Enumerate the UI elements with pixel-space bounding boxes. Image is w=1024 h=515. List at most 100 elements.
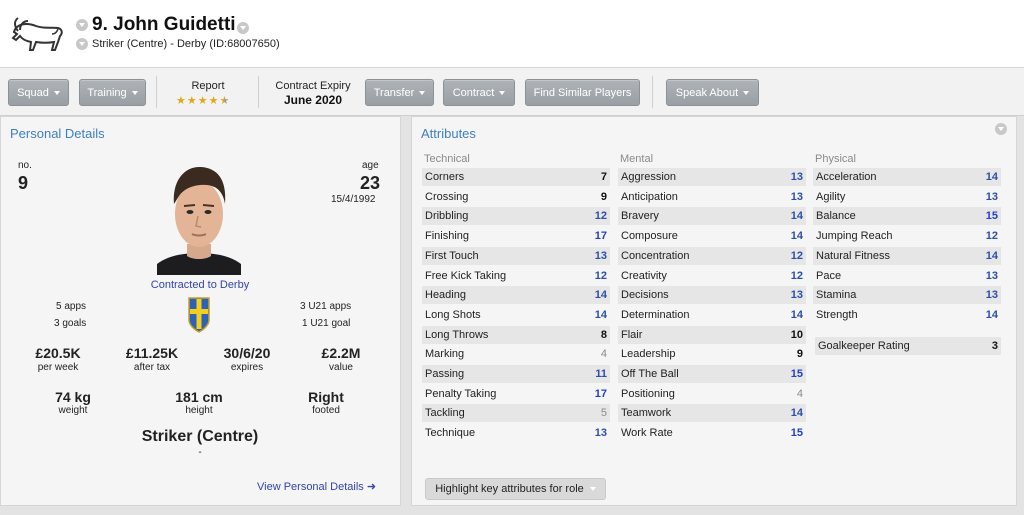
player-menu-dropdown-icon[interactable] [76,19,88,31]
wage-label: per week [37,362,79,373]
technical-heading: Technical [424,153,470,165]
squad-button-label: Squad [17,86,49,99]
attribute-row-positioning[interactable]: Positioning 4 [618,385,806,403]
attribute-row-bravery[interactable]: Bravery 14 [618,207,806,226]
attribute-row-composure[interactable]: Composure 14 [618,227,806,245]
attribute-name: Teamwork [621,407,672,420]
attribute-row-leadership[interactable]: Leadership 9 [618,345,806,363]
attribute-value: 15 [790,427,803,440]
player-header: 9. John Guidetti Striker (Centre) - Derb… [0,0,1024,68]
name-options-dropdown-icon[interactable] [237,22,249,34]
attribute-row-dribbling[interactable]: Dribbling 12 [422,207,610,226]
attribute-row-determination[interactable]: Determination 14 [618,306,806,324]
attribute-row-marking[interactable]: Marking 4 [422,345,610,363]
attribute-name: Passing [425,368,465,380]
contract-expiry-value: June 2020 [283,93,343,107]
attribute-row-aggression[interactable]: Aggression 13 [618,168,806,186]
attribute-row-long-throws[interactable]: Long Throws 8 [422,325,610,344]
goalkeeper-rating-label: Goalkeeper Rating [818,340,910,352]
attribute-row-technique[interactable]: Technique 13 [422,424,610,442]
attribute-row-natural-fitness[interactable]: Natural Fitness 14 [813,246,1001,265]
attribute-value: 9 [600,190,607,203]
contract-expires-label: expires [230,362,264,373]
attribute-name: Balance [816,210,856,223]
senior-goals: 3 goals [54,318,87,329]
find-similar-label: Find Similar Players [533,86,632,99]
attribute-row-anticipation[interactable]: Anticipation 13 [618,188,806,206]
toolbar-divider [652,76,653,108]
attribute-name: Strength [816,308,858,321]
attribute-name: Pace [816,269,842,282]
attribute-row-first-touch[interactable]: First Touch 13 [422,246,610,265]
weight-label: weight [58,405,88,416]
attribute-row-acceleration[interactable]: Acceleration 14 [813,168,1001,186]
view-personal-details-link[interactable]: View Personal Details ➜ [257,480,376,493]
personal-details-title: Personal Details [10,126,105,141]
contract-status-link[interactable]: Contracted to Derby [120,279,280,291]
highlight-key-attributes-button[interactable]: Highlight key attributes for role [425,478,606,500]
attribute-name: Off The Ball [621,368,679,380]
attribute-row-stamina[interactable]: Stamina 13 [813,286,1001,305]
attribute-value: 12 [790,269,803,282]
attribute-row-corners[interactable]: Corners 7 [422,168,610,186]
attribute-row-tackling[interactable]: Tackling 5 [422,404,610,423]
attribute-name: Flair [621,328,643,341]
attribute-name: Free Kick Taking [425,269,507,282]
attributes-options-dropdown-icon[interactable] [995,123,1007,135]
attribute-row-pace[interactable]: Pace 13 [813,267,1001,285]
attribute-row-free-kick-taking[interactable]: Free Kick Taking 12 [422,267,610,285]
attribute-row-teamwork[interactable]: Teamwork 14 [618,404,806,423]
attribute-row-jumping-reach[interactable]: Jumping Reach 12 [813,227,1001,245]
attribute-name: Heading [425,289,466,302]
attribute-row-agility[interactable]: Agility 13 [813,188,1001,206]
attribute-value: 15 [790,368,803,380]
attribute-name: Dribbling [425,210,469,223]
player-info-dropdown-icon[interactable] [76,38,88,50]
preferred-foot-value: Right [308,389,344,405]
attribute-row-crossing[interactable]: Crossing 9 [422,188,610,206]
attribute-row-concentration[interactable]: Concentration 12 [618,246,806,265]
find-similar-players-button[interactable]: Find Similar Players [525,79,640,106]
player-subtitle: Striker (Centre) - Derby (ID:68007650) [92,38,280,50]
attribute-row-passing[interactable]: Passing 11 [422,365,610,383]
contract-expiry-label: Contract Expiry [275,80,351,92]
attribute-row-creativity[interactable]: Creativity 12 [618,267,806,285]
attribute-name: Concentration [621,249,690,262]
date-of-birth: 15/4/1992 [331,194,376,205]
chevron-down-icon [131,90,138,95]
attribute-row-decisions[interactable]: Decisions 13 [618,286,806,305]
attribute-value: 8 [600,328,607,341]
attribute-value: 14 [790,210,803,223]
attribute-row-long-shots[interactable]: Long Shots 14 [422,306,610,324]
national-team-badge-icon[interactable] [187,296,211,334]
attribute-row-heading[interactable]: Heading 14 [422,286,610,305]
contract-button[interactable]: Contract [443,79,515,106]
attribute-name: Corners [425,171,465,183]
toolbar-divider [258,76,259,108]
squad-button[interactable]: Squad [8,79,69,106]
attribute-row-work-rate[interactable]: Work Rate 15 [618,424,806,442]
attribute-value: 10 [790,328,803,341]
training-button[interactable]: Training [79,79,146,106]
wage-value: £20.5K [35,345,81,361]
report-stars[interactable]: ★ ★ ★ ★ ★ [176,95,229,107]
squad-number-value: 9 [18,173,29,193]
speak-about-label: Speak About [675,86,739,99]
u21-apps: 3 U21 apps [300,301,352,312]
speak-about-button[interactable]: Speak About [666,79,759,106]
attribute-name: Penalty Taking [425,387,497,400]
attribute-row-off-the-ball[interactable]: Off The Ball 15 [618,365,806,383]
training-button-label: Training [87,86,127,99]
attribute-row-finishing[interactable]: Finishing 17 [422,227,610,245]
after-tax-label: after tax [133,362,171,373]
transfer-button[interactable]: Transfer [365,79,434,106]
attribute-row-balance[interactable]: Balance 15 [813,207,1001,226]
attribute-value: 14 [594,289,607,302]
report-label: Report [191,80,225,92]
attribute-row-penalty-taking[interactable]: Penalty Taking 17 [422,385,610,403]
attribute-row-strength[interactable]: Strength 14 [813,306,1001,324]
attribute-value: 13 [790,190,803,203]
attribute-value: 14 [790,308,803,321]
attribute-row-flair[interactable]: Flair 10 [618,325,806,344]
chevron-down-icon [53,90,60,95]
